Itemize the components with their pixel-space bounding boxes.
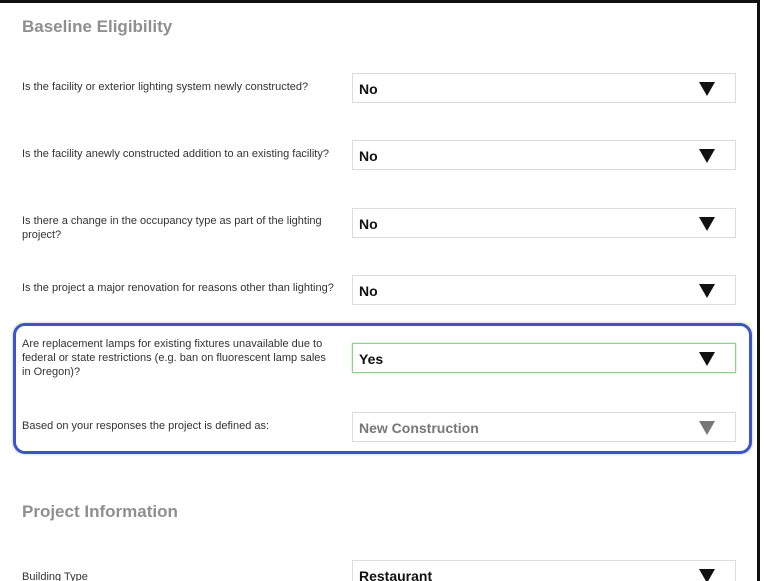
dropdown-newly-constructed[interactable]: No <box>352 73 736 103</box>
dropdown-arrow-icon <box>699 217 715 231</box>
question-label-major-renovation: Is the project a major renovation for re… <box>22 282 334 294</box>
dropdown-value: No <box>359 81 378 97</box>
question-label-replacement-lamps: Are replacement lamps for existing fixtu… <box>22 338 326 378</box>
dropdown-value: Yes <box>359 351 384 367</box>
form-panel: Baseline Eligibility Is the facility or … <box>0 0 760 581</box>
dropdown-arrow-icon <box>699 149 715 163</box>
dropdown-value: No <box>359 216 378 232</box>
dropdown-building-type[interactable]: Restaurant <box>352 560 736 581</box>
dropdown-value: New Construction <box>359 420 479 436</box>
dropdown-value: No <box>359 283 378 299</box>
question-label-project-defined-as: Based on your responses the project is d… <box>22 420 270 432</box>
dropdown-arrow-icon <box>699 284 715 298</box>
question-label-newly-constructed: Is the facility or exterior lighting sys… <box>22 81 309 93</box>
section-title-project-information: Project Information <box>22 502 178 521</box>
dropdown-replacement-lamps[interactable]: Yes <box>352 343 736 373</box>
question-label-new-addition: Is the facility anewly constructed addit… <box>22 148 329 160</box>
section-title-baseline-eligibility: Baseline Eligibility <box>22 17 173 36</box>
building-type-label: Building Type <box>22 571 88 581</box>
dropdown-value: Restaurant <box>359 568 433 581</box>
dropdown-occupancy-change[interactable]: No <box>352 208 736 238</box>
dropdown-new-addition[interactable]: No <box>352 140 736 170</box>
dropdown-major-renovation[interactable]: No <box>352 275 736 305</box>
question-label-occupancy-change: Is there a change in the occupancy type … <box>22 215 322 241</box>
dropdown-project-definition: New Construction <box>352 412 736 442</box>
dropdown-arrow-icon <box>699 82 715 96</box>
dropdown-value: No <box>359 148 378 164</box>
dropdown-arrow-icon <box>699 569 715 581</box>
dropdown-arrow-icon <box>699 421 715 435</box>
dropdown-arrow-icon <box>699 352 715 366</box>
